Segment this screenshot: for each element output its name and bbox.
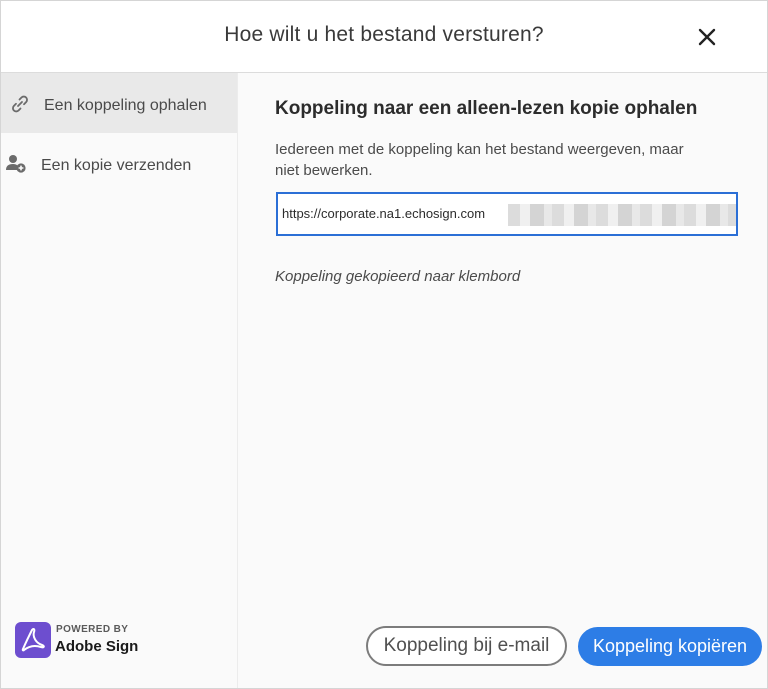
copy-link-button[interactable]: Koppeling kopiëren: [578, 627, 762, 666]
redacted-link-part: [508, 204, 736, 226]
email-link-button[interactable]: Koppeling bij e-mail: [366, 626, 567, 666]
share-dialog: Hoe wilt u het bestand versturen? Een ko…: [0, 0, 768, 689]
brand-name: Adobe Sign: [55, 638, 139, 655]
sidebar-item-get-link[interactable]: Een koppeling ophalen: [1, 73, 237, 133]
sidebar-item-label: Een koppeling ophalen: [44, 97, 207, 114]
link-icon: [9, 93, 31, 115]
powered-by-label: POWERED BY: [56, 624, 129, 635]
panel-heading: Koppeling naar een alleen-lezen kopie op…: [275, 98, 698, 119]
dialog-title: Hoe wilt u het bestand versturen?: [224, 23, 544, 46]
close-icon: [698, 28, 716, 46]
copied-confirmation: Koppeling gekopieerd naar klembord: [275, 268, 521, 285]
close-button[interactable]: [695, 25, 719, 49]
share-link-value: https://corporate.na1.echosign.com: [282, 206, 486, 221]
add-user-icon: [5, 153, 27, 175]
sidebar: Een koppeling ophalen Een kopie verzende…: [1, 73, 238, 688]
panel-description: Iedereen met de koppeling kan het bestan…: [275, 141, 684, 179]
sidebar-item-label: Een kopie verzenden: [41, 157, 192, 174]
share-link-field[interactable]: https://corporate.na1.echosign.com: [276, 192, 738, 236]
main-panel: Koppeling naar een alleen-lezen kopie op…: [238, 73, 767, 688]
dialog-header: Hoe wilt u het bestand versturen?: [1, 1, 767, 73]
adobe-acrobat-logo-icon: [15, 622, 51, 658]
sidebar-item-send-copy[interactable]: Een kopie verzenden: [1, 133, 237, 193]
